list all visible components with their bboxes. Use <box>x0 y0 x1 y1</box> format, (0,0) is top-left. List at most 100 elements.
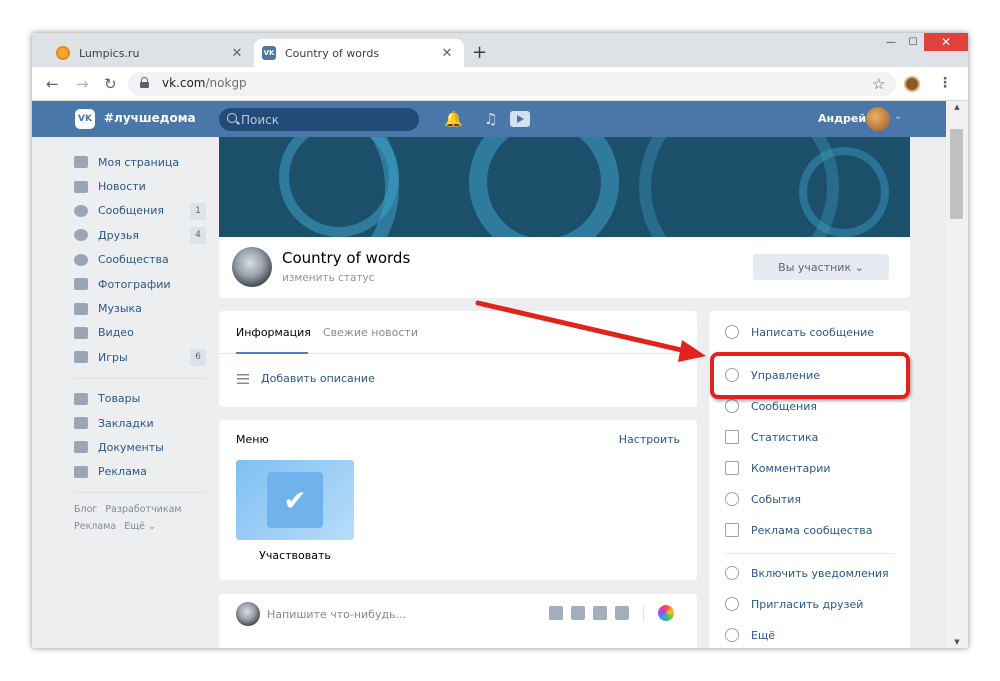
user-name[interactable]: Андрей <box>818 112 866 125</box>
film-icon[interactable] <box>571 606 585 620</box>
sidebar-item-label: Сообщества <box>98 253 169 267</box>
back-arrow-icon[interactable]: ← <box>46 75 59 93</box>
action-statistics[interactable]: Статистика <box>725 430 818 444</box>
group-icon <box>74 253 88 266</box>
browser-menu-icon[interactable]: ⋮ <box>938 75 952 91</box>
music-note-icon[interactable]: ♫ <box>484 110 497 128</box>
scroll-down-arrow-icon[interactable]: ▼ <box>946 636 968 648</box>
sidebar-divider <box>74 492 206 494</box>
bookmark-star-icon[interactable]: ☆ <box>872 75 885 93</box>
chevron-down-icon[interactable]: ⌄ <box>894 111 902 122</box>
action-write-message[interactable]: Написать сообщение <box>725 325 874 339</box>
footer-link-blog[interactable]: Блог <box>74 504 97 515</box>
notifications-bell-icon[interactable]: 🔔 <box>444 110 463 128</box>
sidebar-item-news[interactable]: Новости <box>74 174 206 198</box>
sidebar-item-video[interactable]: Видео <box>74 321 206 345</box>
comment-icon <box>725 461 739 475</box>
sidebar-item-goods[interactable]: Товары <box>74 387 206 411</box>
color-poster-icon[interactable] <box>658 605 674 621</box>
group-cover-image <box>219 137 910 237</box>
menu-configure-link[interactable]: Настроить <box>619 433 680 446</box>
sidebar-divider <box>74 377 206 379</box>
action-comments[interactable]: Комментарии <box>725 461 831 475</box>
sidebar-item-messages[interactable]: Сообщения 1 <box>74 199 206 223</box>
forward-arrow-icon[interactable]: → <box>76 75 89 93</box>
home-icon <box>74 156 88 169</box>
search-input[interactable] <box>241 110 411 129</box>
lock-icon <box>140 77 149 88</box>
text-lines-icon <box>237 373 249 384</box>
add-description-label: Добавить описание <box>261 372 375 385</box>
close-tab-icon[interactable]: ✕ <box>438 46 456 61</box>
sidebar-item-label: Фотографии <box>98 277 171 291</box>
sidebar-item-label: Игры <box>98 350 128 364</box>
post-composer <box>219 594 697 648</box>
sidebar-item-ads[interactable]: Реклама <box>74 460 206 484</box>
browser-tab-vk[interactable]: VK Country of words ✕ <box>254 39 464 67</box>
sidebar-item-games[interactable]: Игры 6 <box>74 345 206 369</box>
sidebar-item-music[interactable]: Музыка <box>74 296 206 320</box>
footer-link-more[interactable]: Ещё ⌄ <box>124 521 156 532</box>
bell-icon <box>725 566 739 580</box>
minimize-button[interactable]: — <box>880 33 902 51</box>
tab-latest-news[interactable]: Свежие новости <box>323 326 418 339</box>
film-icon <box>74 326 88 339</box>
scroll-thumb[interactable] <box>950 129 963 219</box>
sidebar-item-communities[interactable]: Сообщества <box>74 248 206 272</box>
new-tab-button[interactable]: + <box>472 42 487 63</box>
menu-tile-label[interactable]: Участвовать <box>236 549 354 562</box>
footer-link-developers[interactable]: Разработчикам <box>105 504 181 515</box>
chat-bubble-icon <box>725 399 739 413</box>
action-label: Написать сообщение <box>751 325 875 339</box>
vk-search[interactable] <box>219 108 419 131</box>
games-badge: 6 <box>190 349 206 367</box>
page-scrollbar[interactable]: ▲ ▼ <box>946 101 968 648</box>
browser-window: Lumpics.ru ✕ VK Country of words ✕ + — ☐… <box>32 33 968 648</box>
group-status[interactable]: изменить статус <box>282 272 375 284</box>
action-more[interactable]: Ещё <box>725 628 775 642</box>
member-dropdown-button[interactable]: Вы участник ⌄ <box>753 254 889 280</box>
add-description-link[interactable]: Добавить описание <box>237 372 375 385</box>
action-community-ads[interactable]: Реклама сообщества <box>725 523 872 537</box>
menu-tile-participate[interactable]: ✔ <box>236 460 354 540</box>
vk-logo-icon[interactable]: VK <box>75 109 95 129</box>
play-icon[interactable] <box>510 111 530 127</box>
action-label: Реклама сообщества <box>751 523 873 537</box>
footer-link-ads[interactable]: Реклама <box>74 521 116 532</box>
sidebar-item-my-page[interactable]: Моя страница <box>74 150 206 174</box>
chat-bubble-icon <box>725 325 739 339</box>
sidebar-item-bookmarks[interactable]: Закладки <box>74 411 206 435</box>
scroll-up-arrow-icon[interactable]: ▲ <box>946 101 968 113</box>
sidebar-item-friends[interactable]: Друзья 4 <box>74 223 206 247</box>
group-avatar[interactable] <box>232 247 272 287</box>
sidebar-item-documents[interactable]: Документы <box>74 435 206 459</box>
address-bar[interactable]: vk.com/nokgp <box>128 72 896 96</box>
tab-information[interactable]: Информация <box>236 326 311 339</box>
tab-strip: Lumpics.ru ✕ VK Country of words ✕ + — ☐… <box>32 33 968 67</box>
info-tabs: Информация Свежие новости <box>219 311 697 354</box>
post-input[interactable] <box>267 604 537 624</box>
extension-avatar-icon[interactable] <box>904 76 920 92</box>
action-label: Статистика <box>751 430 819 444</box>
text-format-icon[interactable] <box>615 606 629 620</box>
vk-hashtag[interactable]: #лучшедома <box>104 111 196 125</box>
sidebar-item-photos[interactable]: Фотографии <box>74 272 206 296</box>
action-enable-notifications[interactable]: Включить уведомления <box>725 566 889 580</box>
reload-icon[interactable]: ↻ <box>104 75 117 93</box>
browser-tab-lumpics[interactable]: Lumpics.ru ✕ <box>48 39 254 67</box>
user-avatar[interactable] <box>866 107 890 131</box>
url-text: vk.com/nokgp <box>162 76 247 90</box>
action-messages[interactable]: Сообщения <box>725 399 817 413</box>
document-icon <box>74 441 88 454</box>
music-note-icon[interactable] <box>593 606 607 620</box>
action-label: Комментарии <box>751 461 831 475</box>
close-tab-icon[interactable]: ✕ <box>228 46 246 61</box>
close-window-button[interactable]: ✕ <box>924 33 968 51</box>
checkmark-icon: ✔ <box>267 472 323 528</box>
maximize-button[interactable]: ☐ <box>902 33 924 51</box>
action-events[interactable]: События <box>725 492 801 506</box>
events-icon <box>725 492 739 506</box>
action-invite-friends[interactable]: Пригласить друзей <box>725 597 863 611</box>
camera-icon[interactable] <box>549 606 563 620</box>
group-header-card: Country of words изменить статус Вы учас… <box>219 237 910 298</box>
